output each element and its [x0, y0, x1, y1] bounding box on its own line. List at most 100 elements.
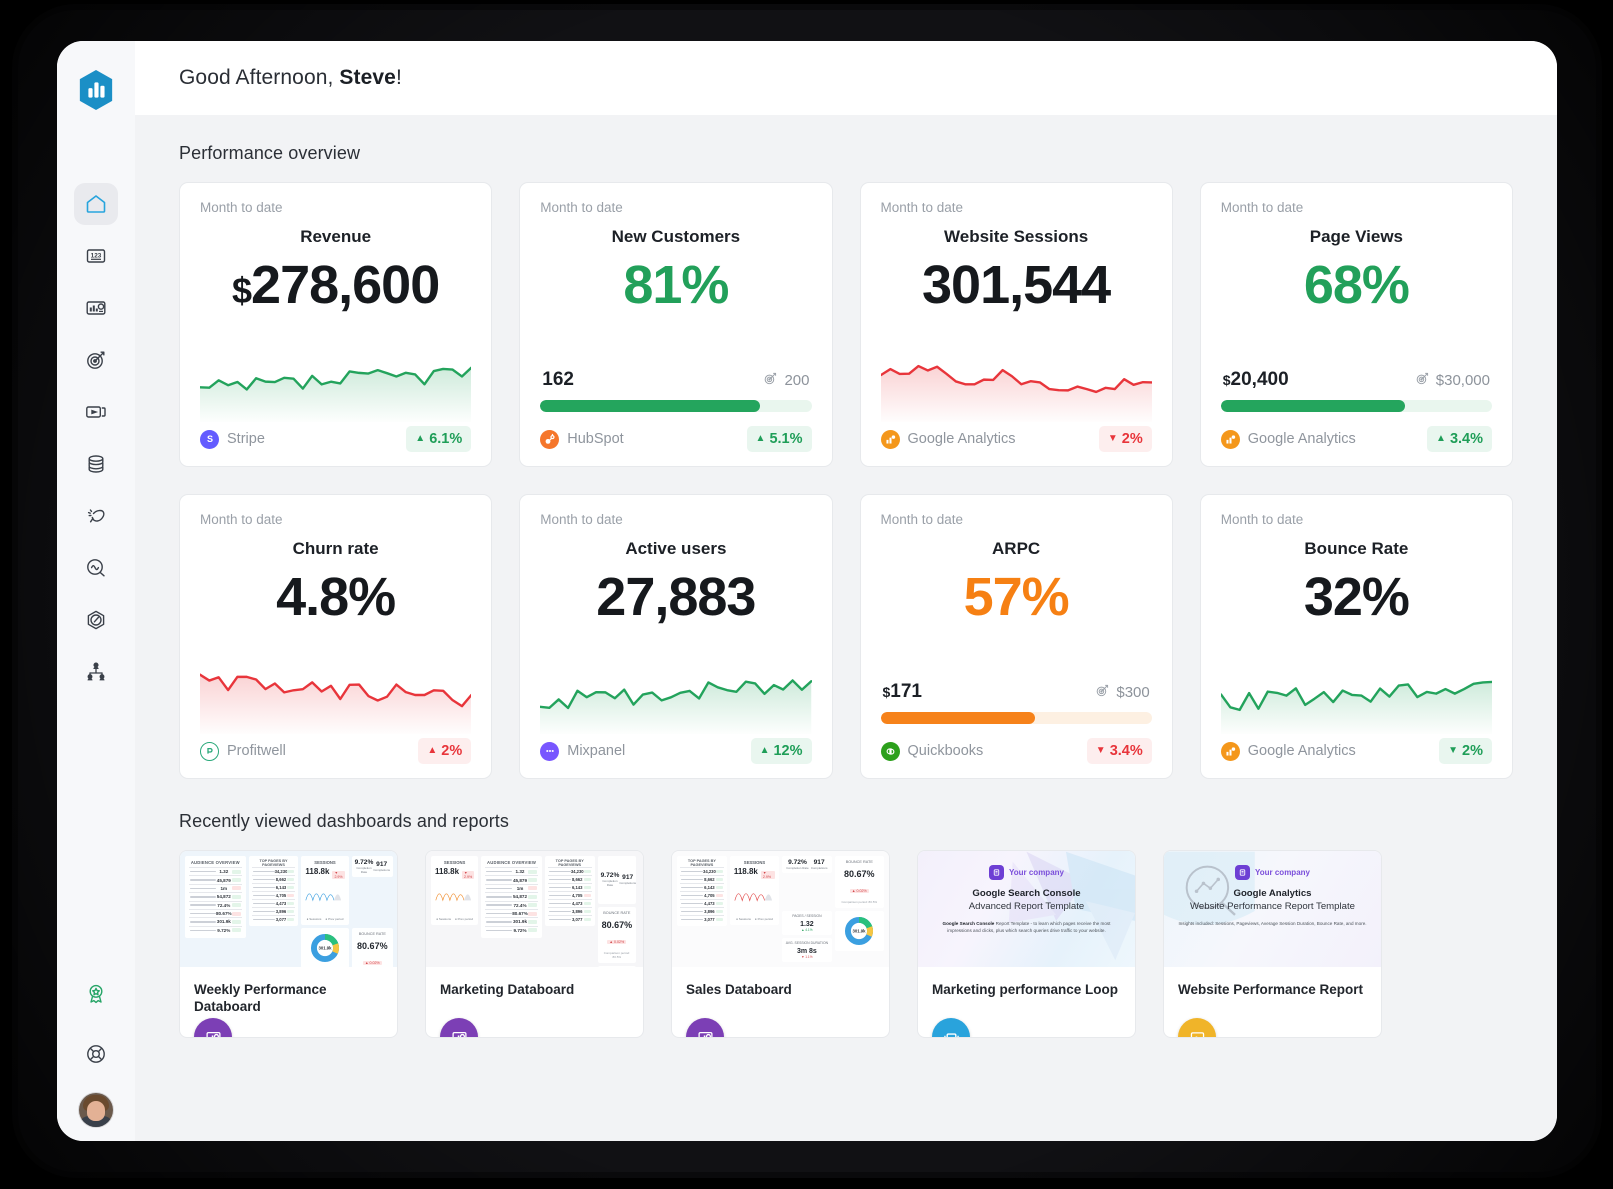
template-subheading: Website Performance Report Template: [1172, 901, 1373, 912]
sidebar-item-help[interactable]: [74, 1033, 118, 1075]
target-goal-icon: [84, 348, 108, 372]
kpi-period: Month to date: [540, 512, 811, 527]
kpi-goal-target: 200: [763, 371, 809, 390]
kpi-source-label: Google Analytics: [908, 431, 1016, 447]
kpi-change-value: 12%: [773, 743, 802, 759]
template-description: Google Search Console Report Template - …: [930, 921, 1123, 935]
sidebar-item-reports[interactable]: [74, 287, 118, 329]
kpi-period: Month to date: [1221, 512, 1492, 527]
kpi-footer: S Stripe ▲ 6.1%: [200, 426, 471, 452]
kpi-change-badge: ▲ 5.1%: [747, 426, 812, 452]
mini-kpi-time: AVG. SESSION DURATION 3m 8s ▼ 1.1%: [782, 938, 831, 962]
databox-logo[interactable]: [77, 69, 115, 111]
kpi-source[interactable]: Google Analytics: [1221, 430, 1356, 449]
sidebar-item-insights[interactable]: [74, 547, 118, 589]
kpi-source[interactable]: Profitwell: [200, 742, 286, 761]
report-icon: [1178, 1018, 1216, 1038]
kpi-title: Page Views: [1221, 227, 1492, 247]
mini-table: AUDIENCE OVERVIEW 1.32 45,879 1m 54,872 …: [185, 856, 246, 938]
recent-thumbnail: Your company Google Search Console Advan…: [918, 851, 1135, 967]
kpi-footer: Google Analytics ▼ 2%: [881, 426, 1152, 452]
kpi-source[interactable]: Google Analytics: [881, 430, 1016, 449]
kpi-change-value: 6.1%: [429, 431, 462, 447]
recent-card[interactable]: TOP PAGES BY PAGEVIEWS 34,230 8,662 6,14…: [671, 850, 890, 1038]
loop-video-icon: [84, 400, 108, 424]
user-avatar[interactable]: [79, 1093, 113, 1127]
kpi-change-badge: ▼ 3.4%: [1087, 738, 1152, 764]
mini-pct: 9.72%Completion Rate 917Completions: [782, 856, 831, 873]
sidebar-item-goals[interactable]: [74, 339, 118, 381]
arrow-up-icon: ▲: [756, 434, 766, 444]
kpi-change-value: 3.4%: [1110, 743, 1143, 759]
recent-card[interactable]: Your company Google Analytics Website Pe…: [1163, 850, 1382, 1038]
quickbooks-icon: [881, 742, 900, 761]
databoard-icon: [686, 1018, 724, 1038]
kpi-title: Bounce Rate: [1221, 539, 1492, 559]
kpi-footer: Google Analytics ▼ 2%: [1221, 738, 1492, 764]
kpi-source[interactable]: HubSpot: [540, 430, 623, 449]
recent-card[interactable]: AUDIENCE OVERVIEW 1.32 45,879 1m 54,872 …: [179, 850, 398, 1038]
report-chart-icon: [84, 296, 108, 320]
kpi-card[interactable]: Month to date Website Sessions 301,544 G…: [860, 182, 1173, 467]
kpi-period: Month to date: [540, 200, 811, 215]
sidebar-item-data-sources[interactable]: [74, 443, 118, 485]
svg-text:301.9k: 301.9k: [319, 946, 333, 951]
arrow-up-icon: ▲: [415, 434, 425, 444]
sidebar-item-team[interactable]: [74, 651, 118, 693]
goal-currency: $: [883, 684, 891, 700]
sidebar-item-metrics[interactable]: 123: [74, 235, 118, 277]
kpi-goal-target-value: $30,000: [1436, 372, 1490, 389]
kpi-progress-bar: [540, 400, 811, 412]
recent-card-title: Website Performance Report: [1178, 982, 1371, 999]
kpi-goal-target: $300: [1095, 683, 1149, 702]
kpi-title: Active users: [540, 539, 811, 559]
kpi-goal-target: $30,000: [1415, 371, 1490, 390]
kpi-change-value: 5.1%: [769, 431, 802, 447]
kpi-change-badge: ▲ 6.1%: [406, 426, 471, 452]
kpi-value: 57%: [881, 569, 1152, 626]
goal-currency: $: [1223, 372, 1231, 388]
kpi-value: 4.8%: [200, 569, 471, 626]
recent-thumbnail: Your company Google Analytics Website Pe…: [1164, 851, 1381, 967]
kpi-card[interactable]: Month to date Bounce Rate 32% Google Ana…: [1200, 494, 1513, 779]
arrow-up-icon: ▲: [427, 746, 437, 756]
sidebar-item-home[interactable]: [74, 183, 118, 225]
kpi-period: Month to date: [200, 200, 471, 215]
kpi-change-badge: ▼ 2%: [1099, 426, 1152, 452]
kpi-source[interactable]: Google Analytics: [1221, 742, 1356, 761]
kpi-sparkline: [881, 314, 1152, 426]
recent-card[interactable]: SESSIONS 118.8k ▼ 2.9% ● Sessions● Prev …: [425, 850, 644, 1038]
arrow-up-icon: ▲: [760, 746, 770, 756]
sidebar-item-alerts[interactable]: [74, 495, 118, 537]
mini-donut: 301.9k: [835, 911, 884, 951]
kpi-card[interactable]: Month to date Page Views 68% $20,400 $30…: [1200, 182, 1513, 467]
kpi-source[interactable]: Mixpanel: [540, 742, 625, 761]
kpi-source[interactable]: Quickbooks: [881, 742, 984, 761]
kpi-title: Churn rate: [200, 539, 471, 559]
arrow-down-icon: ▼: [1108, 434, 1118, 444]
sidebar-item-benchmarks[interactable]: [74, 599, 118, 641]
kpi-source[interactable]: S Stripe: [200, 430, 265, 449]
target-goal-icon: [763, 371, 778, 390]
kpi-goal-current: $20,400: [1223, 369, 1289, 391]
template-company: Your company: [918, 865, 1135, 880]
performance-overview-title: Performance overview: [179, 143, 1513, 164]
svg-text:S: S: [206, 434, 212, 444]
kpi-period: Month to date: [881, 512, 1152, 527]
sidebar-item-loops[interactable]: [74, 391, 118, 433]
kpi-footer: Google Analytics ▲ 3.4%: [1221, 426, 1492, 452]
sidebar-item-awards[interactable]: [74, 973, 118, 1015]
template-heading: Google Analytics: [1172, 888, 1373, 899]
kpi-card[interactable]: Month to date New Customers 81% 162 200 …: [519, 182, 832, 467]
kpi-period: Month to date: [881, 200, 1152, 215]
kpi-change-value: 2%: [1462, 743, 1483, 759]
kpi-progress-bar: [881, 712, 1152, 724]
kpi-card[interactable]: Month to date ARPC 57% $171 $300 Quickbo…: [860, 494, 1173, 779]
kpi-card[interactable]: Month to date Active users 27,883 Mixpan…: [519, 494, 832, 779]
kpi-card[interactable]: Month to date Revenue $278,600 S Stripe …: [179, 182, 492, 467]
kpi-card[interactable]: Month to date Churn rate 4.8% Profitwell…: [179, 494, 492, 779]
mini-donut: 301.9k: [301, 928, 348, 967]
recent-card[interactable]: Your company Google Search Console Advan…: [917, 850, 1136, 1038]
mini-kpi: BOUNCE RATE 80.67% ▲ 0.02% Comparison pe…: [352, 928, 393, 967]
kpi-sparkline: [540, 626, 811, 738]
